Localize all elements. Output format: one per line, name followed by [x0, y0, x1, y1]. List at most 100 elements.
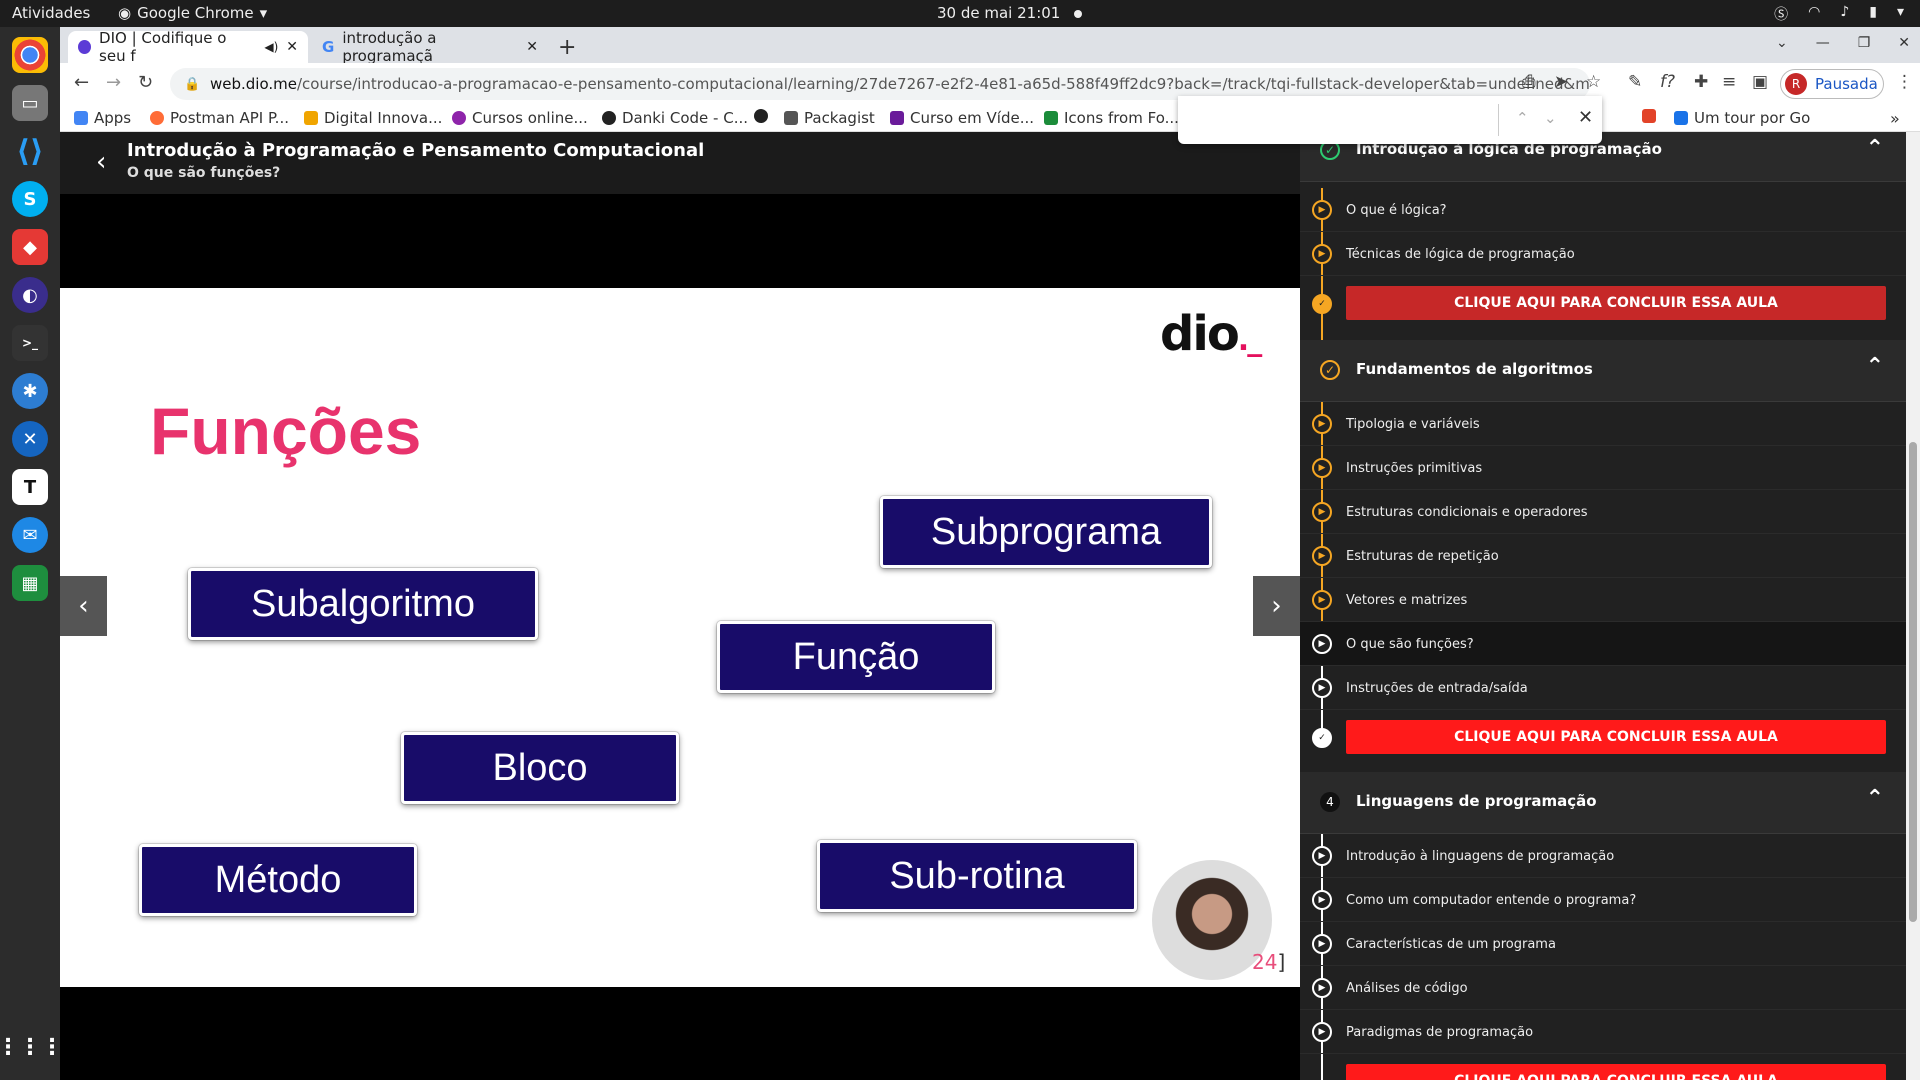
app-menu-label: Google Chrome [137, 4, 254, 22]
tab-dio[interactable]: DIO | Codifique o seu f ◀) ✕ [68, 29, 308, 65]
chevron-up-icon[interactable]: ⌃ [1866, 354, 1884, 379]
module-title: Fundamentos de algoritmos [1356, 360, 1593, 378]
compass-icon[interactable]: ✕ [12, 421, 48, 457]
lesson-label: Vetores e matrizes [1346, 593, 1468, 608]
speaker-icon[interactable]: ◀) [264, 40, 278, 54]
complete-lesson-button[interactable]: CLIQUE AQUI PARA CONCLUIR ESSA AULA [1346, 286, 1886, 320]
skype-icon[interactable]: S [12, 181, 48, 217]
chevron-up-icon[interactable]: ⌃ [1866, 136, 1884, 161]
bookmark-cursoemvideo[interactable]: Curso em Víde... [890, 109, 1034, 127]
terminal-icon[interactable]: >_ [12, 325, 48, 361]
send-icon[interactable]: ➤ [1554, 72, 1568, 92]
bookmark-tour[interactable]: Um tour por Go [1674, 109, 1810, 127]
page-find-icon[interactable]: ⎙ [1522, 72, 1536, 92]
lesson-item[interactable]: ▶ Instruções primitivas [1300, 446, 1906, 490]
lesson-item[interactable]: ▶ Tipologia e variáveis [1300, 402, 1906, 446]
back-chevron-icon[interactable]: ‹ [96, 147, 106, 177]
app-menu[interactable]: ◉ Google Chrome ▾ [118, 4, 267, 22]
power-menu-icon[interactable]: ▾ [1897, 4, 1904, 24]
close-window-icon[interactable]: ✕ [1898, 35, 1910, 51]
vscode-icon[interactable]: ⟨⟩ [12, 133, 48, 169]
side-panel-icon[interactable]: ▣ [1752, 72, 1768, 92]
close-find-icon[interactable]: ✕ [1578, 107, 1593, 128]
complete-lesson-button[interactable]: CLIQUE AQUI PARA CONCLUIR ESSA AULA [1346, 720, 1886, 754]
chevron-up-icon[interactable]: ⌃ [1866, 786, 1884, 811]
sidebar-scrollbar[interactable] [1906, 132, 1920, 1080]
bookmark-postman[interactable]: Postman API P... [150, 109, 289, 127]
slide: dio._ Funções Subprograma Subalgoritmo F… [60, 288, 1300, 987]
lesson-item[interactable]: ▶ Estruturas condicionais e operadores [1300, 490, 1906, 534]
lesson-item[interactable]: ▶ Vetores e matrizes [1300, 578, 1906, 622]
back-icon[interactable]: ← [74, 72, 89, 93]
slide-number-value: 24 [1252, 950, 1278, 974]
more-bookmarks-icon[interactable]: » [1890, 109, 1900, 128]
close-tab-icon[interactable]: ✕ [526, 39, 538, 55]
close-tab-icon[interactable]: ✕ [286, 39, 298, 55]
media-queue-icon[interactable]: ≡ [1722, 72, 1736, 92]
bookmark-cursos[interactable]: Cursos online... [452, 109, 588, 127]
slide-number: 24] [1252, 950, 1285, 974]
complete-lesson-row: ✓ CLIQUE AQUI PARA CONCLUIR ESSA AULA [1300, 710, 1906, 764]
anydesk-icon[interactable]: ◆ [12, 229, 48, 265]
module-header-2[interactable]: ✓ Fundamentos de algoritmos ⌃ [1300, 340, 1906, 402]
thunderbird-icon[interactable]: ✉ [12, 517, 48, 553]
forward-icon[interactable]: → [106, 72, 121, 93]
system-tray[interactable]: Ⓢ ◠ ♪ ▮ ▾ [1774, 4, 1904, 24]
bookmark-label: Apps [94, 109, 132, 127]
lesson-item[interactable]: ▶ Técnicas de lógica de programação [1300, 232, 1906, 276]
skype-tray-icon[interactable]: Ⓢ [1774, 4, 1788, 24]
lesson-item[interactable]: ▶ O que é lógica? [1300, 188, 1906, 232]
previous-slide-button[interactable]: ‹ [60, 576, 107, 636]
app-grid-icon[interactable]: ⋮⋮⋮ [0, 1029, 63, 1065]
typora-icon[interactable]: T [12, 469, 48, 505]
restore-icon[interactable]: ❐ [1858, 35, 1871, 51]
settings-icon[interactable]: ✱ [12, 373, 48, 409]
play-icon: ▶ [1312, 414, 1332, 434]
lesson-item-current[interactable]: ▶ O que são funções? [1300, 622, 1906, 666]
spreadsheet-icon[interactable]: ▦ [12, 565, 48, 601]
files-icon[interactable]: ▭ [12, 85, 48, 121]
activities-button[interactable]: Atividades [12, 4, 90, 22]
next-slide-button[interactable]: › [1253, 576, 1300, 636]
clock[interactable]: 30 de mai 21:01 [937, 4, 1083, 22]
extensions-icon[interactable]: ✚ [1694, 72, 1708, 92]
bookmark-gitlab[interactable] [1642, 109, 1656, 123]
bookmark-star-icon[interactable]: ☆ [1586, 72, 1601, 92]
complete-lesson-button[interactable]: CLIQUE AQUI PARA CONCLUIR ESSA AULA [1346, 1064, 1886, 1080]
tab-google[interactable]: G introdução a programaçã ✕ [312, 29, 548, 65]
course-title: Introdução à Programação e Pensamento Co… [127, 140, 705, 161]
chrome-menu-icon[interactable]: ⋮ [1896, 72, 1913, 92]
reload-icon[interactable]: ↻ [138, 72, 153, 93]
module-header-4[interactable]: 4 Linguagens de programação ⌃ [1300, 772, 1906, 834]
chevron-left-icon: ‹ [78, 591, 89, 621]
lesson-item[interactable]: ▶ Características de um programa [1300, 922, 1906, 966]
bookmark-github[interactable] [754, 109, 768, 123]
bookmark-danki[interactable]: Danki Code - C... [602, 109, 748, 127]
lesson-item[interactable]: ▶ Paradigmas de programação [1300, 1010, 1906, 1054]
chrome-dock-icon[interactable] [12, 37, 48, 73]
find-prev-icon[interactable]: ⌃ [1516, 109, 1529, 127]
bookmark-apps[interactable]: Apps [74, 109, 131, 127]
tab-search-icon[interactable]: ⌄ [1776, 35, 1788, 51]
lesson-item[interactable]: ▶ Análises de código [1300, 966, 1906, 1010]
lesson-item[interactable]: ▶ Como um computador entende o programa? [1300, 878, 1906, 922]
github-icon [754, 109, 768, 123]
lesson-item[interactable]: ▶ Introdução à linguagens de programação [1300, 834, 1906, 878]
profile-button[interactable]: R Pausada [1780, 69, 1884, 99]
lesson-label: Estruturas de repetição [1346, 549, 1499, 564]
formula-icon[interactable]: f? [1660, 72, 1675, 92]
find-next-icon[interactable]: ⌄ [1544, 109, 1557, 127]
lesson-label: Paradigmas de programação [1346, 1025, 1534, 1040]
bookmark-label: Icons from Fo... [1064, 109, 1179, 127]
bookmark-icons[interactable]: Icons from Fo... [1044, 109, 1179, 127]
new-tab-icon[interactable]: + [558, 35, 576, 60]
eyedropper-icon[interactable]: ✎ [1628, 72, 1642, 92]
find-input[interactable] [1188, 106, 1488, 134]
scrollbar-thumb[interactable] [1909, 442, 1917, 922]
minimize-icon[interactable]: — [1816, 35, 1830, 51]
bookmark-dio[interactable]: Digital Innova... [304, 109, 442, 127]
bookmark-packagist[interactable]: Packagist [784, 109, 875, 127]
eclipse-icon[interactable]: ◐ [12, 277, 48, 313]
lesson-item[interactable]: ▶ Estruturas de repetição [1300, 534, 1906, 578]
lesson-item[interactable]: ▶ Instruções de entrada/saída [1300, 666, 1906, 710]
